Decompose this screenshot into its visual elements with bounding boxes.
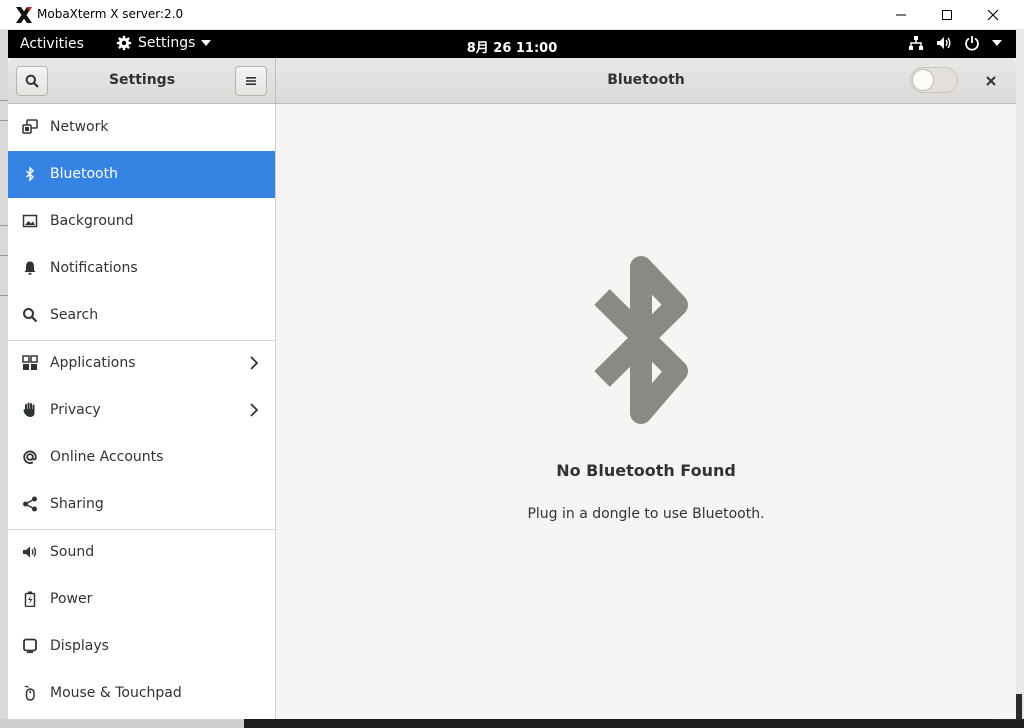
gnome-top-bar: Activities Settings 8月 26 11:00	[8, 30, 1016, 58]
mouse-icon	[22, 685, 38, 701]
empty-state-subtitle: Plug in a dongle to use Bluetooth.	[527, 506, 765, 522]
settings-window: Settings Bluetooth Network Bluetooth Bac…	[8, 58, 1016, 719]
sidebar-item-label: Sound	[50, 544, 95, 560]
sidebar-item-label: Online Accounts	[50, 449, 164, 465]
hamburger-icon	[246, 77, 256, 85]
sidebar-item-power[interactable]: Power	[8, 576, 275, 623]
hand-icon	[22, 402, 38, 418]
sidebar-item-bluetooth[interactable]: Bluetooth	[8, 151, 275, 198]
apps-grid-icon	[22, 355, 38, 371]
primary-menu-button[interactable]	[235, 66, 267, 96]
panel-title: Bluetooth	[607, 72, 685, 88]
window-title: MobaXterm X server:2.0	[37, 7, 184, 21]
bell-icon	[22, 260, 38, 276]
clock[interactable]: 8月 26 11:00	[467, 41, 558, 56]
sidebar-item-sound[interactable]: Sound	[8, 529, 275, 576]
background-window-edge	[0, 30, 8, 728]
speaker-icon	[22, 544, 38, 560]
network-icon	[22, 119, 38, 135]
background-window-edge-right	[1016, 30, 1024, 719]
close-settings-button[interactable]	[982, 72, 1000, 90]
close-window-button[interactable]	[970, 0, 1016, 30]
maximize-button[interactable]	[924, 0, 970, 30]
sidebar-item-label: Network	[50, 119, 109, 135]
chevron-down-icon	[992, 40, 1002, 46]
sidebar-item-applications[interactable]: Applications	[8, 340, 275, 387]
sidebar-item-label: Privacy	[50, 402, 101, 418]
bluetooth-icon	[22, 166, 38, 182]
minimize-button[interactable]	[878, 0, 924, 30]
sidebar-item-displays[interactable]: Displays	[8, 623, 275, 670]
toggle-knob	[912, 69, 934, 91]
window-titlebar: MobaXterm X server:2.0	[0, 0, 1024, 30]
sidebar-item-notifications[interactable]: Notifications	[8, 245, 275, 292]
sidebar-item-privacy[interactable]: Privacy	[8, 387, 275, 434]
app-menu-label: Settings	[138, 35, 196, 51]
bluetooth-icon	[594, 256, 688, 424]
at-icon	[22, 449, 38, 465]
share-icon	[22, 496, 38, 512]
sidebar-item-sharing[interactable]: Sharing	[8, 481, 275, 528]
empty-state-title: No Bluetooth Found	[556, 461, 736, 480]
sidebar-item-label: Notifications	[50, 260, 138, 276]
network-icon	[909, 36, 923, 50]
background-icon	[22, 213, 38, 229]
sidebar-item-label: Bluetooth	[50, 166, 118, 182]
sidebar-item-online-accounts[interactable]: Online Accounts	[8, 434, 275, 481]
sidebar-item-label: Power	[50, 591, 93, 607]
chevron-right-icon	[250, 403, 259, 417]
settings-sidebar: Network Bluetooth Background Notificatio…	[8, 104, 276, 719]
sidebar-item-label: Displays	[50, 638, 109, 654]
display-icon	[22, 638, 38, 654]
gear-icon	[116, 35, 132, 51]
x-logo-icon	[16, 7, 32, 23]
chevron-right-icon	[250, 356, 259, 370]
sidebar-item-network[interactable]: Network	[8, 104, 275, 151]
sidebar-item-label: Mouse & Touchpad	[50, 685, 182, 701]
system-tray[interactable]	[908, 35, 1002, 51]
maximize-icon	[942, 10, 952, 20]
panel-header: Bluetooth	[276, 58, 1016, 104]
sidebar-item-search[interactable]: Search	[8, 292, 275, 339]
app-menu[interactable]: Settings	[116, 35, 212, 51]
sidebar-item-label: Sharing	[50, 496, 104, 512]
sidebar-item-label: Background	[50, 213, 134, 229]
sidebar-item-background[interactable]: Background	[8, 198, 275, 245]
terminal-strip	[244, 719, 1024, 728]
activities-button[interactable]: Activities	[20, 36, 84, 52]
power-icon	[965, 36, 979, 51]
close-icon	[987, 9, 999, 21]
bluetooth-toggle[interactable]	[910, 67, 958, 93]
search-icon	[22, 307, 38, 323]
sidebar-item-label: Applications	[50, 355, 136, 371]
sidebar-header: Settings	[8, 58, 276, 104]
sidebar-item-label: Search	[50, 307, 99, 323]
sidebar-item-mouse-touchpad[interactable]: Mouse & Touchpad	[8, 670, 275, 717]
chevron-down-icon	[201, 40, 212, 46]
battery-icon	[22, 591, 38, 607]
volume-icon	[937, 37, 951, 49]
minimize-icon	[896, 14, 906, 16]
close-icon	[986, 76, 996, 86]
bluetooth-panel: No Bluetooth Found Plug in a dongle to u…	[276, 104, 1016, 719]
